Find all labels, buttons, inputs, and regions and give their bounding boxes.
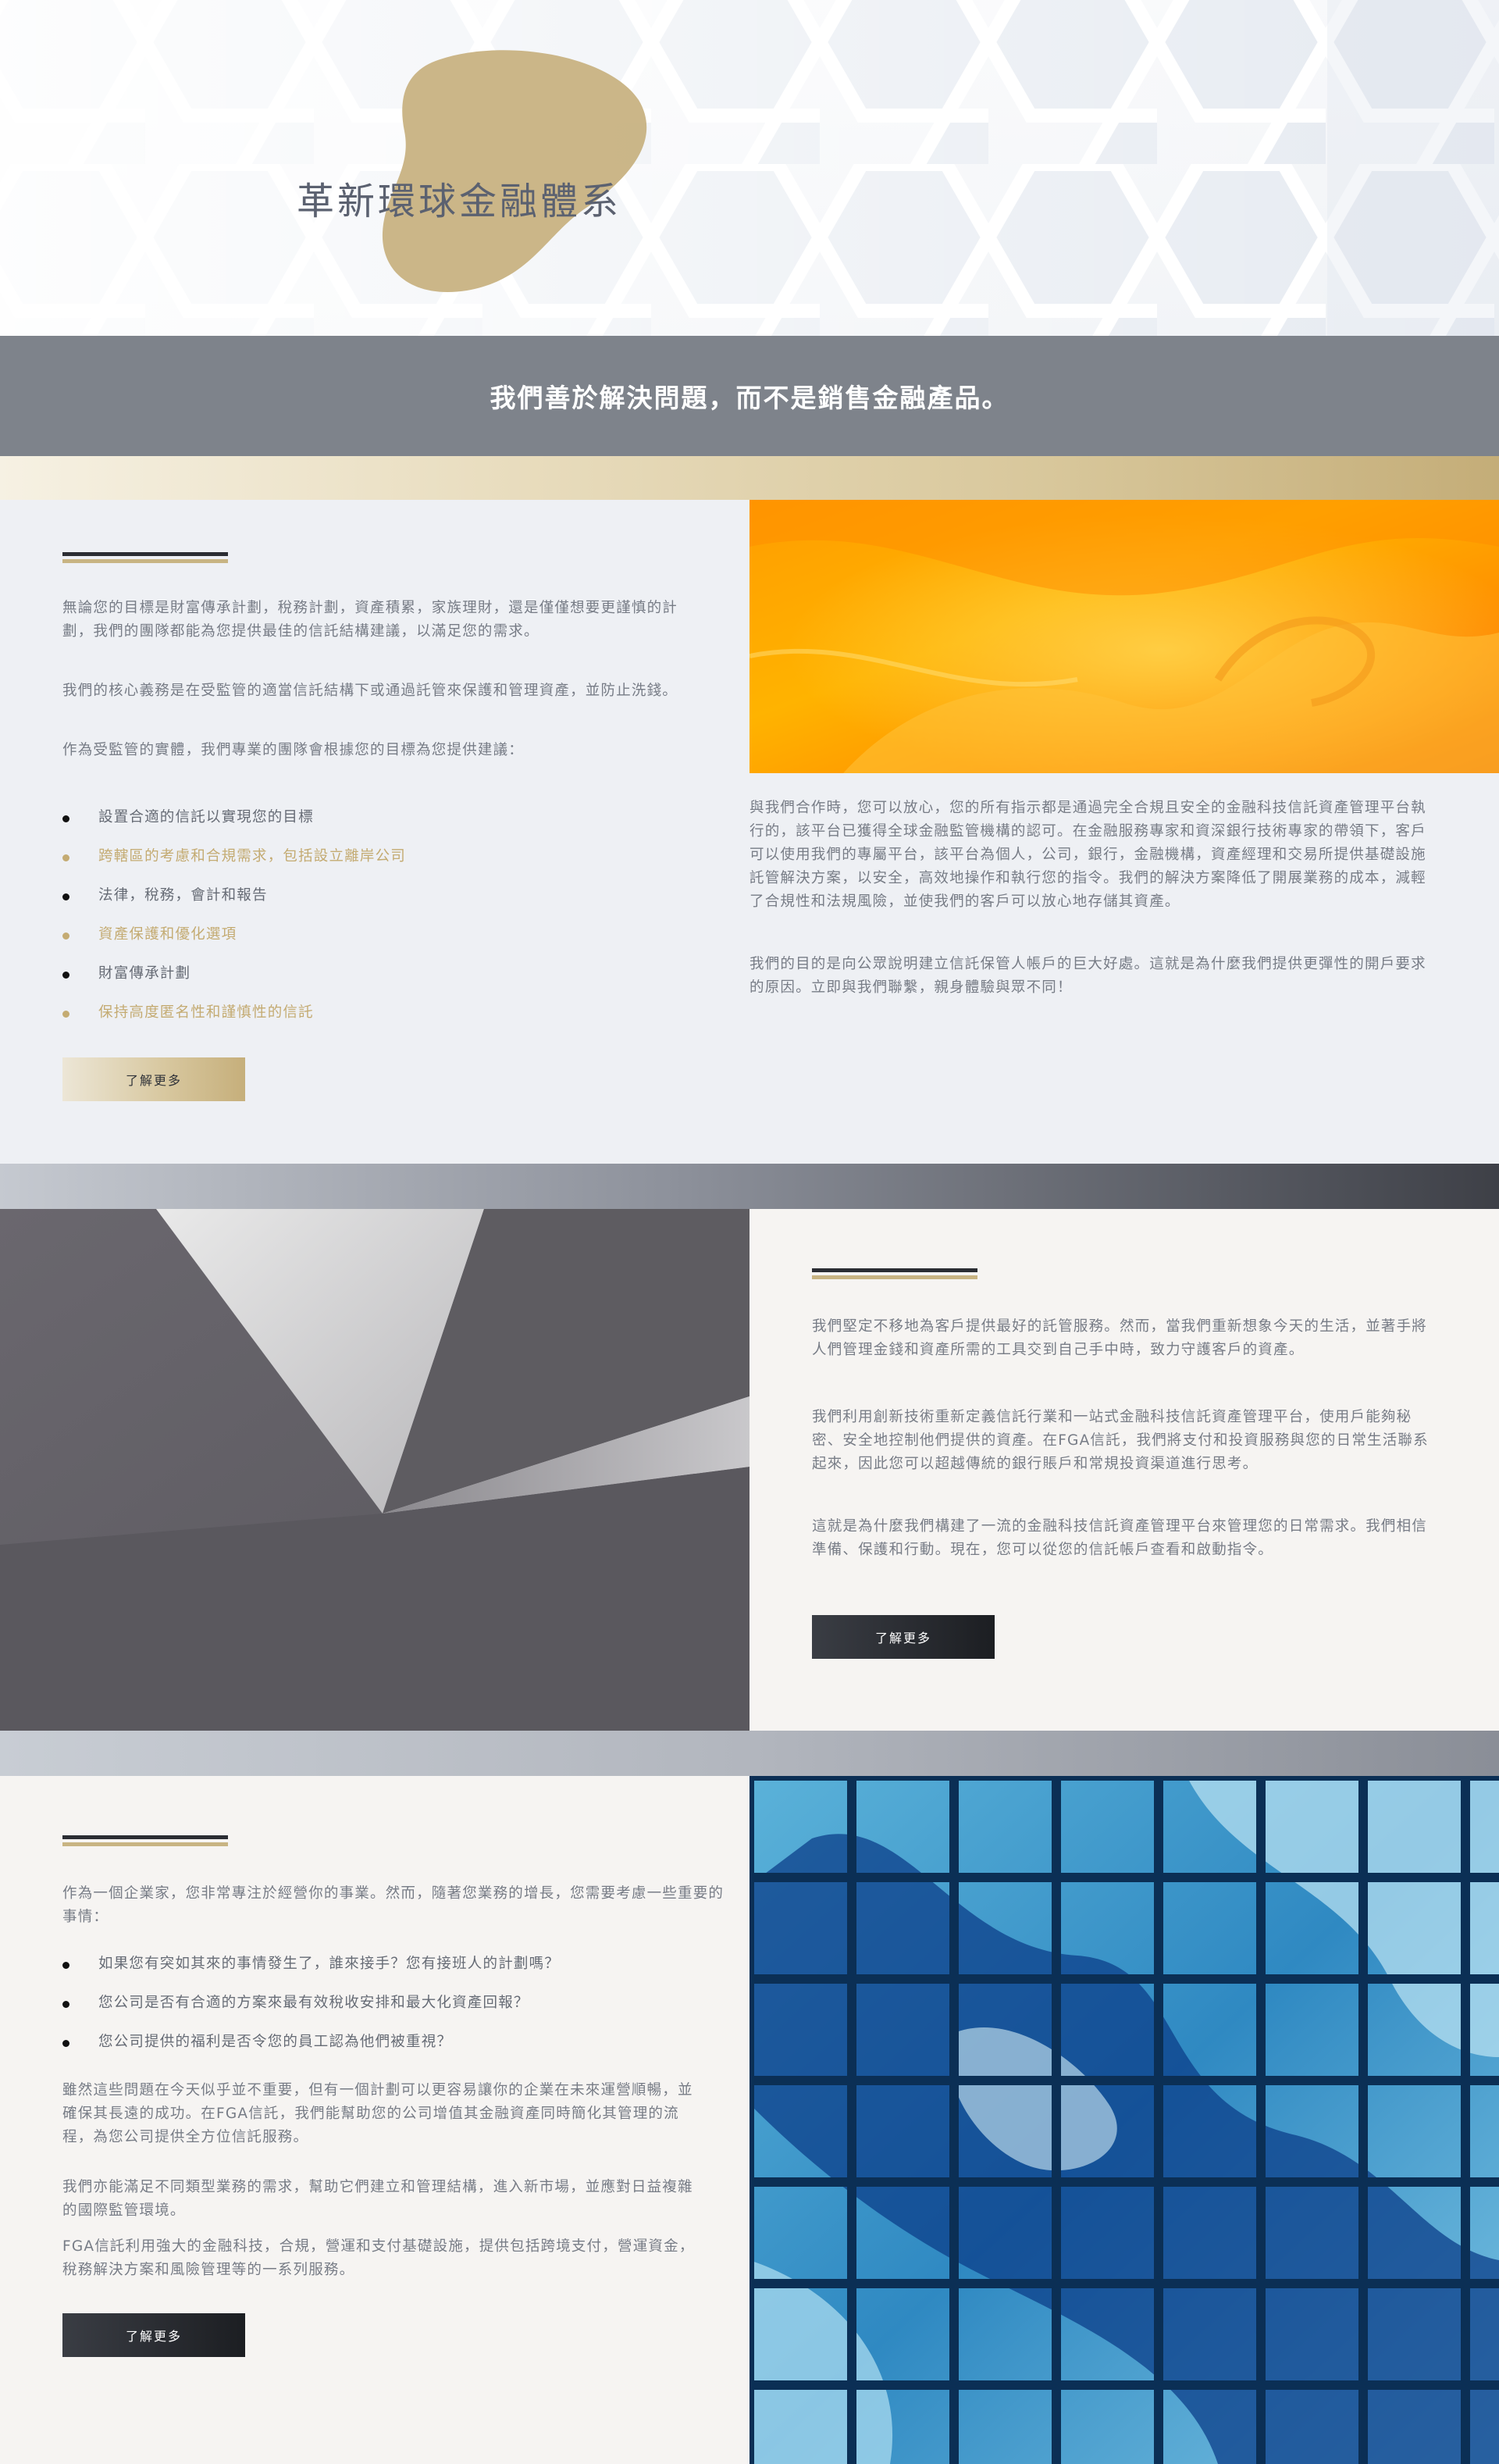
list-item: 保持高度匿名性和謹慎性的信託 xyxy=(62,1001,687,1025)
mission-section: 我們堅定不移地為客戶提供最好的託管服務。然而，當我們重新想象今天的生活，並著手將… xyxy=(750,1209,1499,1731)
list-item: 資產保護和優化選項 xyxy=(62,923,687,947)
section1-paragraph-1: 無論您的目標是財富傳承計劃，稅務計劃，資產積累，家族理財，還是僅僅想要更謹慎的計… xyxy=(62,600,678,640)
list-item: 設置合適的信託以實現您的目標 xyxy=(62,806,687,829)
services-list: 設置合適的信託以實現您的目標 跨轄區的考慮和合規需求，包括設立離岸公司 法律，稅… xyxy=(62,806,687,1025)
section2-paragraph-3: 這就是為什麼我們構建了一流的金融科技信託資產管理平台來管理您的日常需求。我們相信… xyxy=(812,1518,1428,1558)
section3-paragraph-2: 我們亦能滿足不同類型業務的需求，幫助它們建立和管理結構，進入新市場，並應對日益複… xyxy=(62,2179,693,2219)
hexagon-background-image xyxy=(0,0,1499,336)
list-item: 財富傳承計劃 xyxy=(62,962,687,986)
platform-paragraph-2: 我們的目的是向公眾說明建立信託保管人帳戶的巨大好處。這就是為什麼我們提供更彈性的… xyxy=(750,956,1426,996)
list-item: 您公司是否有合適的方案來最有效稅收安排和最大化資產回報？ xyxy=(62,1992,726,2015)
section1-paragraph-3: 作為受監管的實體，我們專業的團隊會根據您的目標為您提供建議： xyxy=(62,742,525,758)
business-questions-list: 如果您有突如其來的事情發生了，誰來接手？您有接班人的計劃嗎？ 您公司是否有合適的… xyxy=(62,1952,726,2054)
business-section: 作為一個企業家，您非常專注於經營你的事業。然而，隨著您業務的增長，您需要考慮一些… xyxy=(0,1776,750,2464)
section-rule xyxy=(62,552,228,563)
grey-gradient-divider xyxy=(0,1731,1499,1776)
list-item: 您公司提供的福利是否令您的員工認為他們被重視？ xyxy=(62,2031,726,2054)
learn-more-button[interactable]: 了解更多 xyxy=(62,2313,245,2357)
list-item: 跨轄區的考慮和合規需求，包括設立離岸公司 xyxy=(62,845,687,868)
learn-more-button[interactable]: 了解更多 xyxy=(62,1057,245,1101)
hero-title: 革新環球金融體系 xyxy=(297,180,622,223)
section3-intro: 作為一個企業家，您非常專注於經營你的事業。然而，隨著您業務的增長，您需要考慮一些… xyxy=(62,1885,725,1925)
section2-paragraph-1: 我們堅定不移地為客戶提供最好的託管服務。然而，當我們重新想象今天的生活，並著手將… xyxy=(812,1318,1428,1358)
platform-section: 與我們合作時，您可以放心，您的所有指示都是通過完全合規且安全的金融科技信託資產管… xyxy=(750,500,1499,1164)
section1-paragraph-2: 我們的核心義務是在受監管的適當信託結構下或通過託管來保護和管理資產，並防止洗錢。 xyxy=(62,683,678,699)
hero-banner: 革新環球金融體系 xyxy=(0,0,1499,336)
learn-more-button[interactable]: 了解更多 xyxy=(812,1615,995,1659)
section-rule xyxy=(62,1835,228,1846)
blue-glass-image xyxy=(750,1776,1499,2464)
gold-gradient-divider xyxy=(0,456,1499,500)
section2-paragraph-2: 我們利用創新技術重新定義信託行業和一站式金融科技信託資產管理平台，使用戶能夠秘密… xyxy=(812,1409,1429,1472)
trust-services-section: 無論您的目標是財富傳承計劃，稅務計劃，資產積累，家族理財，還是僅僅想要更謹慎的計… xyxy=(0,500,750,1164)
section-rule xyxy=(812,1268,977,1279)
tagline-text: 我們善於解決問題，而不是銷售金融產品。 xyxy=(490,383,1009,413)
section3-paragraph-1: 雖然這些問題在今天似乎並不重要，但有一個計劃可以更容易讓你的企業在未來運營順暢，… xyxy=(62,2082,693,2145)
list-item: 如果您有突如其來的事情發生了，誰來接手？您有接班人的計劃嗎？ xyxy=(62,1952,726,1976)
section3-paragraph-3: FGA信託利用強大的金融科技，合規，營運和支付基礎設施，提供包括跨境支付，營運資… xyxy=(62,2238,695,2278)
list-item: 法律，稅務，會計和報告 xyxy=(62,884,687,908)
platform-paragraph-1: 與我們合作時，您可以放心，您的所有指示都是通過完全合規且安全的金融科技信託資產管… xyxy=(750,800,1426,910)
orange-fluid-image xyxy=(750,500,1499,773)
tagline-band: 我們善於解決問題，而不是銷售金融產品。 xyxy=(0,336,1499,456)
grey-gradient-divider xyxy=(0,1164,1499,1209)
architecture-image xyxy=(0,1209,750,1731)
